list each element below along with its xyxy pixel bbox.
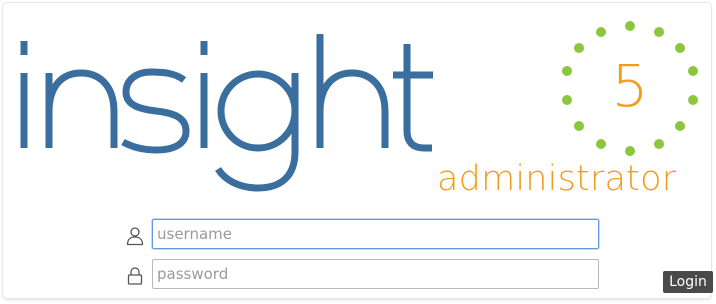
logo-subtitle: administrator — [437, 159, 677, 199]
login-button[interactable]: Login — [663, 271, 713, 293]
insight-administrator-logo: 5 administrator — [3, 3, 716, 213]
password-row — [121, 259, 607, 293]
lock-icon — [127, 267, 143, 285]
password-input[interactable] — [152, 259, 599, 289]
username-input[interactable] — [152, 219, 599, 249]
user-icon — [126, 227, 144, 246]
login-panel: 5 administrator Login — [3, 3, 713, 298]
username-row — [121, 219, 607, 253]
version-number: 5 — [611, 52, 649, 120]
